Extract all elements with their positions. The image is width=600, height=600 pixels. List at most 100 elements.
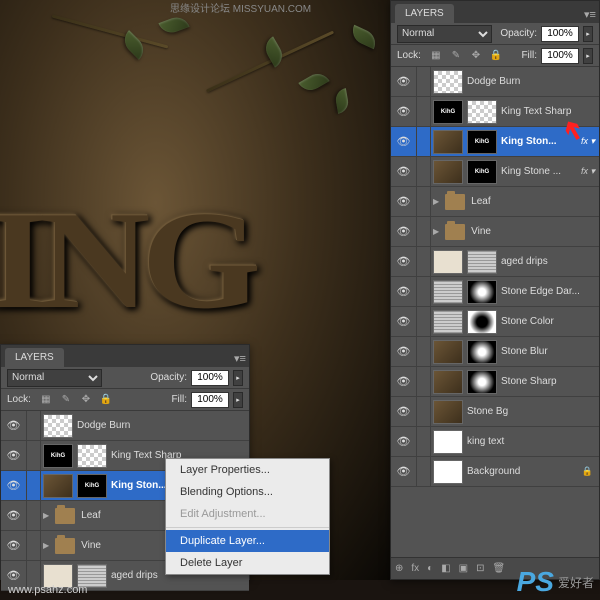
context-menu-item[interactable]: Delete Layer [166, 552, 329, 574]
context-menu-item[interactable]: Layer Properties... [166, 459, 329, 481]
mask-thumbnail[interactable]: KihG [77, 474, 107, 498]
mask-thumbnail[interactable] [467, 340, 497, 364]
lock-position-icon[interactable]: ✥ [469, 49, 483, 63]
visibility-toggle-icon[interactable]: 👁 [1, 411, 27, 440]
opacity-value[interactable]: 100% [191, 370, 229, 386]
text-layer-thumbnail[interactable] [433, 430, 463, 454]
context-menu-item[interactable]: Duplicate Layer... [166, 530, 329, 552]
lock-pixels-icon[interactable]: ✎ [449, 49, 463, 63]
disclosure-triangle-icon[interactable]: ▶ [433, 197, 439, 206]
visibility-toggle-icon[interactable]: 👁 [1, 501, 27, 530]
mask-thumbnail[interactable]: KihG [467, 130, 497, 154]
layer-thumbnail[interactable] [433, 130, 463, 154]
layer-row[interactable]: 👁 Stone Bg [391, 397, 599, 427]
mask-thumbnail[interactable] [467, 250, 497, 274]
layer-row[interactable]: 👁 Stone Edge Dar... [391, 277, 599, 307]
fill-value[interactable]: 100% [541, 48, 579, 64]
visibility-toggle-icon[interactable]: 👁 [391, 187, 417, 216]
layers-tab[interactable]: LAYERS [5, 348, 64, 367]
fx-badge-icon[interactable]: fx ▾ [581, 166, 595, 177]
lock-transparency-icon[interactable]: ▦ [39, 393, 53, 407]
disclosure-triangle-icon[interactable]: ▶ [433, 227, 439, 236]
mask-thumbnail[interactable] [467, 310, 497, 334]
disclosure-triangle-icon[interactable]: ▶ [43, 541, 49, 550]
mask-thumbnail[interactable] [467, 100, 497, 124]
footer-action-icon[interactable]: ▣ [459, 563, 468, 574]
visibility-toggle-icon[interactable]: 👁 [1, 441, 27, 470]
opacity-value[interactable]: 100% [541, 26, 579, 42]
footer-action-icon[interactable]: 🗑 [493, 563, 506, 574]
footer-action-icon[interactable]: fx [411, 563, 419, 574]
layer-name-label[interactable]: Stone Bg [465, 406, 599, 417]
layer-thumbnail[interactable] [433, 280, 463, 304]
layer-row[interactable]: 👁Background🔒 [391, 457, 599, 487]
blend-mode-select[interactable]: Normal [397, 25, 492, 43]
layer-name-label[interactable]: Stone Edge Dar... [499, 286, 599, 297]
layer-row[interactable]: 👁 Dodge Burn [1, 411, 249, 441]
fx-badge-icon[interactable]: fx ▾ [581, 136, 595, 147]
footer-action-icon[interactable]: ⊕ [395, 563, 403, 574]
layer-row[interactable]: 👁 Stone Color [391, 307, 599, 337]
lock-pixels-icon[interactable]: ✎ [59, 393, 73, 407]
layer-thumbnail[interactable] [43, 414, 73, 438]
layer-thumbnail[interactable] [433, 70, 463, 94]
layer-row[interactable]: 👁 aged drips [391, 247, 599, 277]
mask-thumbnail[interactable] [467, 280, 497, 304]
layer-row[interactable]: 👁 king text [391, 427, 599, 457]
layer-name-label[interactable]: Stone Sharp [499, 376, 599, 387]
layer-row[interactable]: 👁▶Vine [391, 217, 599, 247]
layer-thumbnail[interactable]: KihG [43, 444, 73, 468]
visibility-toggle-icon[interactable]: 👁 [391, 277, 417, 306]
layer-row[interactable]: 👁 Dodge Burn [391, 67, 599, 97]
fill-value[interactable]: 100% [191, 392, 229, 408]
layer-name-label[interactable]: king text [465, 436, 599, 447]
visibility-toggle-icon[interactable]: 👁 [391, 457, 417, 486]
layer-thumbnail[interactable] [433, 460, 463, 484]
layer-thumbnail[interactable] [433, 400, 463, 424]
layer-thumbnail[interactable] [433, 310, 463, 334]
visibility-toggle-icon[interactable]: 👁 [391, 247, 417, 276]
opacity-slider-icon[interactable]: ▸ [583, 26, 593, 42]
visibility-toggle-icon[interactable]: 👁 [391, 217, 417, 246]
visibility-toggle-icon[interactable]: 👁 [1, 531, 27, 560]
panel-menu-icon[interactable]: ▾≡ [581, 6, 599, 23]
fill-slider-icon[interactable]: ▸ [233, 392, 243, 408]
visibility-toggle-icon[interactable]: 👁 [391, 97, 417, 126]
visibility-toggle-icon[interactable]: 👁 [391, 367, 417, 396]
context-menu-item[interactable]: Blending Options... [166, 481, 329, 503]
footer-action-icon[interactable]: ⊡ [476, 563, 484, 574]
visibility-toggle-icon[interactable]: 👁 [391, 427, 417, 456]
visibility-toggle-icon[interactable]: 👁 [391, 67, 417, 96]
layer-thumbnail[interactable] [43, 474, 73, 498]
layer-thumbnail[interactable] [433, 160, 463, 184]
opacity-slider-icon[interactable]: ▸ [233, 370, 243, 386]
visibility-toggle-icon[interactable]: 👁 [391, 157, 417, 186]
layer-row[interactable]: 👁Stone Blur [391, 337, 599, 367]
blend-mode-select[interactable]: Normal [7, 369, 102, 387]
layer-name-label[interactable]: Dodge Burn [465, 76, 599, 87]
layer-row[interactable]: 👁KihGKing Stone ...fx ▾ [391, 157, 599, 187]
lock-all-icon[interactable]: 🔒 [489, 49, 503, 63]
disclosure-triangle-icon[interactable]: ▶ [43, 511, 49, 520]
visibility-toggle-icon[interactable]: 👁 [391, 397, 417, 426]
visibility-toggle-icon[interactable]: 👁 [391, 307, 417, 336]
layer-name-label[interactable]: Stone Color [499, 316, 599, 327]
visibility-toggle-icon[interactable]: 👁 [391, 127, 417, 156]
footer-action-icon[interactable]: ◧ [441, 563, 450, 574]
layer-name-label[interactable]: Background [465, 466, 582, 477]
layer-name-label[interactable]: King Text Sharp [499, 106, 599, 117]
layer-thumbnail[interactable] [433, 340, 463, 364]
layer-name-label[interactable]: aged drips [499, 256, 599, 267]
layer-name-label[interactable]: Leaf [469, 196, 599, 207]
mask-thumbnail[interactable] [77, 444, 107, 468]
layer-name-label[interactable]: King Stone ... [499, 166, 581, 177]
fill-slider-icon[interactable]: ▸ [583, 48, 593, 64]
layer-thumbnail[interactable] [433, 250, 463, 274]
visibility-toggle-icon[interactable]: 👁 [1, 471, 27, 500]
layer-row[interactable]: 👁 ▶ Leaf [391, 187, 599, 217]
panel-menu-icon[interactable]: ▾≡ [231, 350, 249, 367]
lock-transparency-icon[interactable]: ▦ [429, 49, 443, 63]
layer-name-label[interactable]: Dodge Burn [75, 420, 249, 431]
visibility-toggle-icon[interactable]: 👁 [391, 337, 417, 366]
layer-thumbnail[interactable]: KihG [433, 100, 463, 124]
